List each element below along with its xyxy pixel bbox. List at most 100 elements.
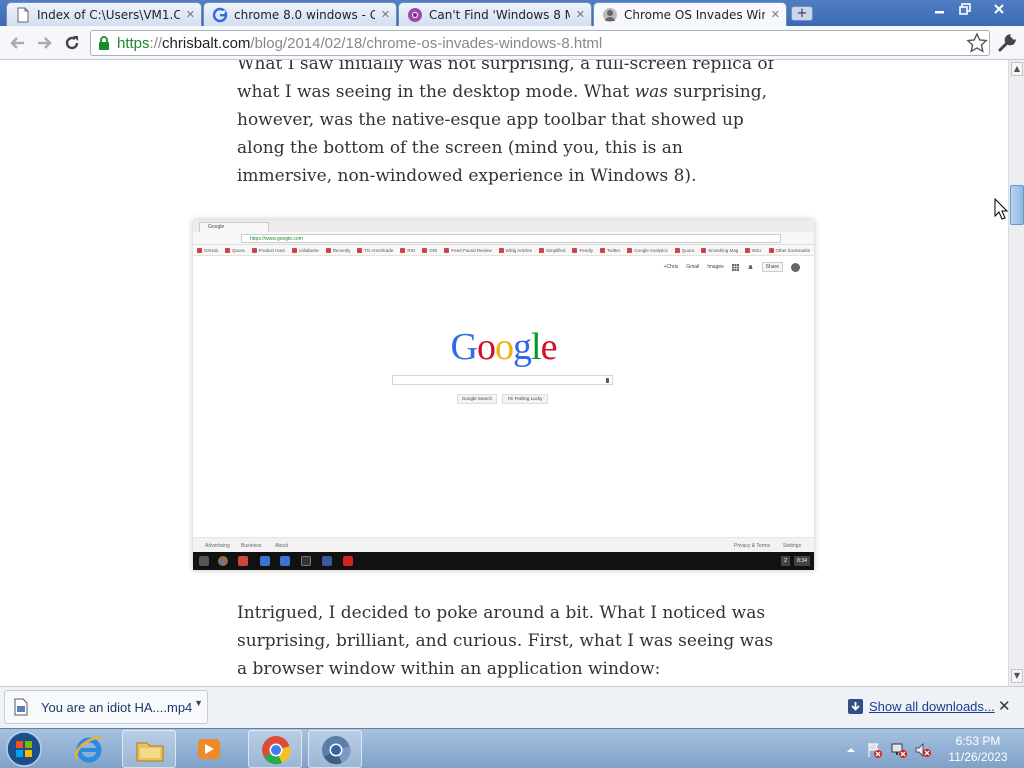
forward-arrow-icon[interactable] — [34, 33, 54, 53]
show-all-downloads-label: Show all downloads... — [869, 699, 995, 714]
shot-bookmark-label: BSU — [752, 247, 762, 253]
apps-grid-icon — [731, 263, 739, 271]
chevron-down-icon[interactable]: ▼ — [194, 698, 203, 708]
taskbar-file-explorer[interactable] — [122, 730, 176, 768]
taskbar-clock[interactable]: 6:53 PM 11/26/2023 — [938, 733, 1018, 765]
download-shelf: You are an idiot HA....mp4 ▼ Show all do… — [0, 686, 1024, 728]
shot-lucky-button: I'm Feeling Lucky — [502, 394, 548, 404]
taskbar-chromium[interactable] — [308, 730, 362, 768]
shot-bookmark-item: TD Ameritrade — [357, 247, 394, 253]
shot-bookmark-label: TD Ameritrade — [364, 247, 394, 253]
launcher-icon — [199, 556, 209, 566]
bookmark-favicon-icon — [745, 247, 751, 253]
shot-bookmark-label: Other bookmarks — [775, 247, 811, 253]
scroll-up-arrow-icon[interactable]: ▲ — [1011, 62, 1023, 76]
close-icon[interactable]: ✕ — [998, 697, 1011, 715]
download-arrow-icon — [848, 699, 863, 714]
folder-icon — [136, 742, 164, 762]
shot-bookmark-label: RIG — [407, 247, 416, 253]
shot-bookmark-item: Quora — [225, 247, 245, 253]
shot-link-images: Images — [707, 264, 724, 270]
tab-4-active[interactable]: Chrome OS Invades Win... ✕ — [593, 2, 787, 26]
google-logo: Google — [193, 325, 814, 369]
shot-bookmark-label: Smashing Mag — [708, 247, 739, 253]
video-file-icon — [14, 698, 28, 716]
tab-2[interactable]: chrome 8.0 windows - G... ✕ — [203, 2, 397, 26]
bookmark-favicon-icon — [225, 247, 231, 253]
download-item[interactable]: You are an idiot HA....mp4 ▼ — [4, 690, 208, 724]
bookmark-favicon-icon — [444, 247, 450, 253]
shot-link-plus: +Chris — [663, 264, 679, 270]
back-arrow-icon[interactable] — [8, 33, 28, 53]
shot-bookmark-item: Other bookmarks — [768, 247, 811, 253]
url-path: /blog/2014/02/18/chrome-os-invades-windo… — [250, 34, 603, 52]
shot-footer: Advertising Business About Privacy & Ter… — [193, 537, 814, 552]
tab-3[interactable]: Can't Find 'Windows 8 M... ✕ — [398, 2, 592, 26]
close-icon[interactable]: ✕ — [576, 8, 585, 21]
show-hidden-icons-icon[interactable] — [844, 729, 858, 768]
shot-bookmark-item: RIG — [400, 247, 416, 253]
bookmark-star-icon[interactable] — [966, 32, 988, 54]
clock-time: 6:53 PM — [955, 734, 1001, 748]
vertical-scrollbar[interactable]: ▲ ▼ — [1008, 60, 1024, 686]
google-logo-letter: G — [450, 326, 478, 368]
shot-shelf-clock: 8:34 — [794, 556, 810, 566]
media-player-icon — [198, 739, 220, 759]
shot-bookmark-item: collabwire — [291, 247, 319, 253]
shot-bookmark-item: Feedly — [572, 247, 593, 253]
volume-muted-icon[interactable] — [914, 741, 932, 759]
page-content: What I saw initially was not surprising,… — [0, 60, 1008, 686]
wrench-menu-icon[interactable] — [996, 32, 1018, 54]
docs-icon — [280, 556, 290, 566]
shot-google-bar: +Chris Gmail Images Share — [664, 262, 800, 272]
google-logo-letter: o — [477, 326, 496, 368]
shot-footer-advertising: Advertising — [205, 543, 230, 549]
microphone-icon — [606, 378, 609, 383]
bookmark-favicon-icon — [197, 247, 202, 253]
reload-icon[interactable] — [62, 33, 82, 53]
mail-icon — [238, 556, 248, 566]
bell-icon — [747, 264, 753, 269]
shot-bookmark-item: Simplified — [538, 247, 565, 253]
address-bar[interactable]: https://chrisbalt.com/blog/2014/02/18/ch… — [90, 30, 990, 56]
shot-url: https://www.google.com — [241, 234, 781, 243]
shot-bookmark-item: Feed Found Review — [444, 247, 492, 253]
chrome-logo-icon — [408, 7, 422, 22]
shot-bookmark-label: Wfdg Articles — [505, 247, 532, 253]
shot-bookmark-label: collabwire — [298, 247, 319, 253]
bookmark-favicon-icon — [325, 247, 331, 253]
close-window-button[interactable] — [978, 0, 1020, 18]
tab-4-title: Chrome OS Invades Win... — [624, 7, 765, 22]
para1-emphasis: was — [634, 82, 668, 102]
download-item-name: You are an idiot HA....mp4 — [41, 699, 193, 715]
shot-bookmark-label: Quora — [232, 247, 245, 253]
bookmark-favicon-icon — [701, 247, 707, 253]
close-icon[interactable]: ✕ — [381, 8, 390, 21]
internet-explorer-icon — [74, 735, 102, 763]
scroll-down-arrow-icon[interactable]: ▼ — [1011, 669, 1023, 683]
start-orb-icon[interactable] — [4, 730, 44, 768]
google-logo-letter: o — [495, 326, 514, 368]
article-paragraph-1: What I saw initially was not surprising,… — [237, 60, 777, 190]
bookmark-favicon-icon — [422, 247, 428, 253]
tab-strip: Index of C:\Users\VM1.C... ✕ chrome 8.0 … — [0, 0, 1024, 26]
new-tab-button[interactable]: + — [791, 6, 813, 21]
tab-2-title: chrome 8.0 windows - G... — [234, 7, 375, 22]
show-all-downloads-link[interactable]: Show all downloads... — [848, 699, 995, 714]
network-icon[interactable] — [890, 741, 908, 759]
minimize-icon — [935, 11, 944, 14]
close-icon[interactable]: ✕ — [186, 8, 195, 21]
close-icon[interactable]: ✕ — [771, 8, 780, 21]
tab-1[interactable]: Index of C:\Users\VM1.C... ✕ — [6, 2, 202, 26]
url-separator: :// — [149, 34, 163, 52]
tab-3-title: Can't Find 'Windows 8 M... — [429, 7, 570, 22]
action-center-flag-icon[interactable] — [866, 741, 884, 759]
taskbar-internet-explorer[interactable] — [62, 730, 116, 768]
taskbar-media-player[interactable] — [182, 730, 236, 768]
shot-tab-strip: Google — [193, 220, 814, 232]
maximize-button[interactable] — [953, 0, 977, 18]
scrollbar-thumb[interactable] — [1010, 185, 1024, 225]
taskbar-chrome[interactable] — [248, 730, 302, 768]
shot-bookmark-item: Recently — [325, 247, 350, 253]
minimize-button[interactable] — [928, 0, 952, 18]
